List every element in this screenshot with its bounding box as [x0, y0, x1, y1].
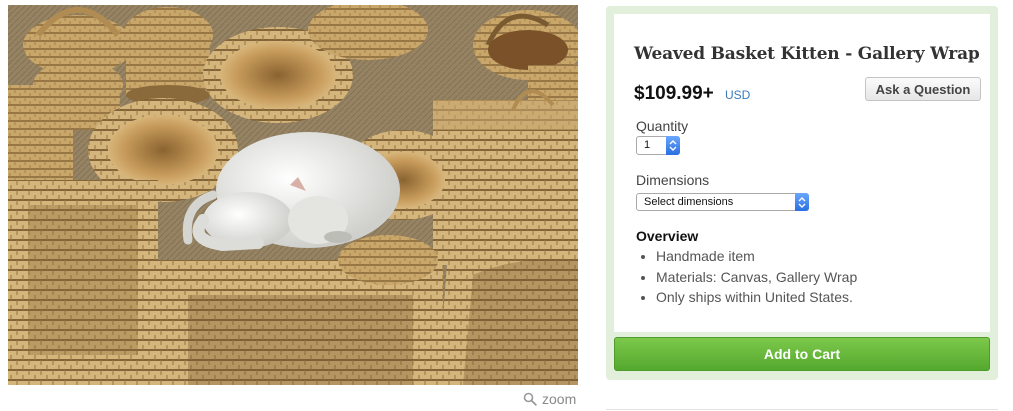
- overview-item: Only ships within United States.: [656, 287, 857, 308]
- product-panel: Weaved Basket Kitten - Gallery Wrap $109…: [606, 6, 998, 380]
- overview-item: Materials: Canvas, Gallery Wrap: [656, 267, 857, 288]
- quantity-label: Quantity: [636, 118, 689, 134]
- dimensions-value: Select dimensions: [644, 196, 734, 208]
- quantity-value: 1: [644, 139, 651, 151]
- dimensions-label: Dimensions: [636, 172, 710, 188]
- overview-heading: Overview: [636, 228, 699, 244]
- add-to-cart-button[interactable]: Add to Cart: [614, 337, 990, 371]
- product-photo[interactable]: [8, 5, 578, 385]
- kitten-basket-image: [8, 5, 578, 385]
- product-price: $109.99+: [634, 83, 714, 104]
- currency-link[interactable]: USD: [725, 88, 750, 102]
- dimensions-select[interactable]: Select dimensions: [636, 193, 809, 211]
- quantity-select[interactable]: 1: [636, 136, 680, 155]
- ask-question-button[interactable]: Ask a Question: [865, 77, 981, 101]
- product-details-box: Weaved Basket Kitten - Gallery Wrap $109…: [614, 14, 990, 332]
- zoom-label: zoom: [542, 391, 577, 407]
- overview-item: Handmade item: [656, 246, 857, 267]
- zoom-button[interactable]: zoom: [523, 391, 576, 407]
- product-title: Weaved Basket Kitten - Gallery Wrap: [634, 44, 980, 64]
- select-arrows-icon: [795, 193, 809, 211]
- overview-list: Handmade item Materials: Canvas, Gallery…: [636, 246, 857, 308]
- magnifier-icon: [523, 392, 537, 406]
- select-arrows-icon: [666, 136, 680, 155]
- divider: [606, 409, 998, 410]
